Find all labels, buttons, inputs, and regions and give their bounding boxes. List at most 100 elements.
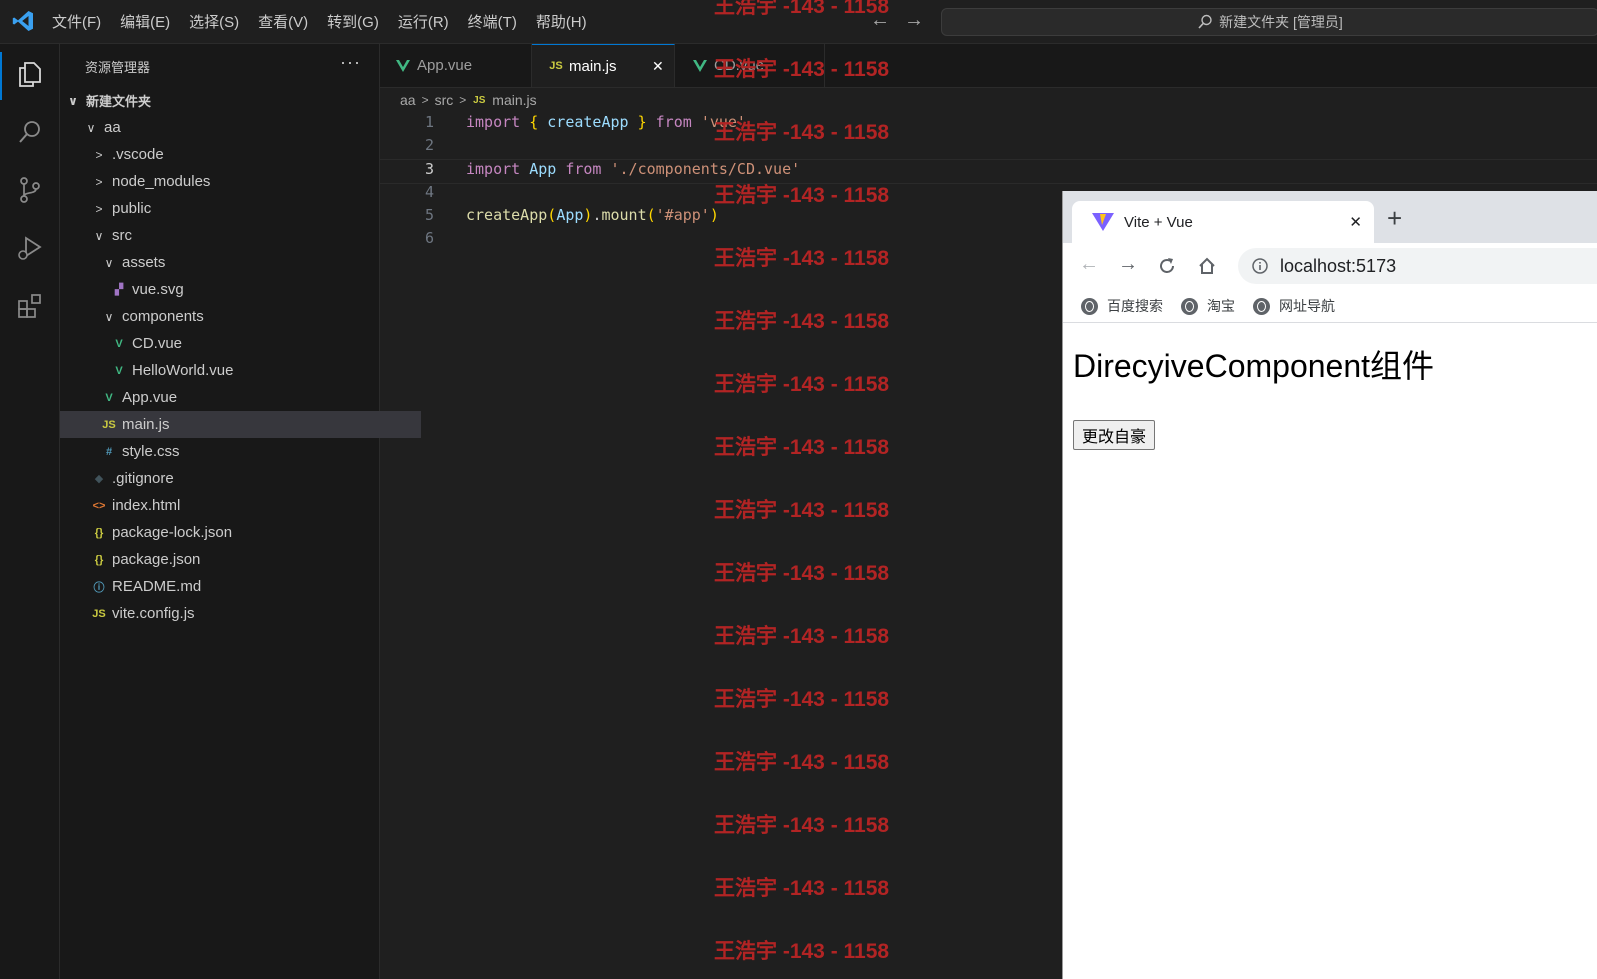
tab-label: App.vue <box>417 57 473 74</box>
page-content: DirecyiveComponent组件 更改自豪 <box>1073 341 1434 450</box>
breadcrumb: aa > src > JS main.js <box>400 92 537 108</box>
browser-tab[interactable]: Vite + Vue ✕ <box>1072 201 1374 243</box>
bookmark-label: 淘宝 <box>1207 298 1235 314</box>
chevron-down-icon: ∨ <box>104 309 114 324</box>
tree-item[interactable]: V App.vue <box>60 384 421 411</box>
vue-file-icon <box>396 59 410 72</box>
back-arrow-icon[interactable]: ← <box>1079 253 1099 276</box>
menu-run[interactable]: 运行(R) <box>398 11 449 32</box>
menu-selection[interactable]: 选择(S) <box>189 11 239 32</box>
extensions-icon[interactable] <box>14 290 46 322</box>
watermark-text: 王浩宇 -143 - 1158 <box>714 814 890 837</box>
watermark-text: 王浩宇 -143 - 1158 <box>714 562 890 585</box>
close-icon[interactable]: ✕ <box>1349 213 1362 231</box>
tree-item[interactable]: > node_modules <box>60 168 411 195</box>
run-debug-icon[interactable] <box>14 232 46 264</box>
js-file-icon: JS <box>102 418 116 431</box>
git-file-icon: ◆ <box>94 473 104 485</box>
line-number: 5 <box>424 206 434 224</box>
tree-item[interactable]: > public <box>60 195 411 222</box>
svg-file-icon: ▞ <box>114 284 124 296</box>
globe-icon <box>1181 297 1198 315</box>
tree-item[interactable]: ∨ src <box>60 222 411 249</box>
tree-item[interactable]: ∨ aa <box>60 114 403 141</box>
tree-item[interactable]: # style.css <box>60 438 421 465</box>
tree-item[interactable]: <> index.html <box>60 492 411 519</box>
explorer-icon[interactable] <box>14 58 46 90</box>
activity-bar <box>0 44 60 979</box>
new-tab-plus-icon[interactable]: + <box>1387 203 1402 234</box>
json-file-icon: {} <box>94 526 104 539</box>
menu-edit[interactable]: 编辑(E) <box>120 11 170 32</box>
current-code-line: 3 import App from './components/CD.vue' <box>380 159 1597 184</box>
watermark-text: 王浩宇 -143 - 1158 <box>714 877 890 900</box>
change-button[interactable]: 更改自豪 <box>1073 420 1156 450</box>
menu-go[interactable]: 转到(G) <box>327 11 379 32</box>
tree-item[interactable]: JS main.js <box>60 411 421 438</box>
breadcrumb-aa[interactable]: aa <box>400 92 416 108</box>
css-file-icon: # <box>105 445 113 458</box>
home-icon[interactable] <box>1197 256 1217 276</box>
menu-view[interactable]: 查看(V) <box>258 11 308 32</box>
bookmark-label: 网址导航 <box>1279 298 1335 314</box>
tree-item[interactable]: V HelloWorld.vue <box>60 357 431 384</box>
menu-terminal[interactable]: 终端(T) <box>468 11 517 32</box>
tree-item[interactable]: {} package-lock.json <box>60 519 411 546</box>
search-icon[interactable] <box>14 116 46 148</box>
line-number: 1 <box>424 113 434 131</box>
breadcrumb-src[interactable]: src <box>435 92 454 108</box>
code-text: import { createApp } from 'vue' <box>466 113 746 131</box>
bookmark-baidu[interactable]: 百度搜索 <box>1081 296 1163 316</box>
tree-item-label: package-lock.json <box>112 524 233 541</box>
tree-item-label: src <box>112 227 132 244</box>
js-file-icon: JS <box>549 60 563 72</box>
tab-app-vue[interactable]: App.vue <box>380 44 532 87</box>
command-center[interactable]: 新建文件夹 [管理员] <box>941 8 1597 36</box>
tree-item[interactable]: > .vscode <box>60 141 411 168</box>
menu-file[interactable]: 文件(F) <box>52 11 101 32</box>
watermark-text: 王浩宇 -143 - 1158 <box>714 436 890 459</box>
json-file-icon: {} <box>94 553 104 566</box>
tree-item[interactable]: ∨ components <box>60 303 421 330</box>
source-control-icon[interactable] <box>14 174 46 206</box>
forward-arrow-icon[interactable]: → <box>904 9 924 32</box>
reload-icon[interactable] <box>1157 256 1177 276</box>
tree-item[interactable]: ▞ vue.svg <box>60 276 431 303</box>
tree-item[interactable]: ∨ assets <box>60 249 421 276</box>
command-center-label: 新建文件夹 [管理员] <box>1219 14 1343 30</box>
globe-icon <box>1253 297 1270 315</box>
tab-main-js[interactable]: JS main.js ✕ <box>532 44 675 87</box>
chevron-right-icon: > <box>95 201 103 216</box>
menu-bar: 文件(F) 编辑(E) 选择(S) 查看(V) 转到(G) 运行(R) 终端(T… <box>52 0 606 43</box>
watermark-text: 王浩宇 -143 - 1158 <box>714 499 890 522</box>
explorer-root-folder[interactable]: ∨ 新建文件夹 <box>60 87 385 114</box>
tree-item-label: README.md <box>112 578 202 595</box>
tree-item-label: components <box>122 308 204 325</box>
address-bar[interactable]: localhost:5173 <box>1238 248 1597 284</box>
tree-item[interactable]: V CD.vue <box>60 330 431 357</box>
line-number: 4 <box>424 183 434 201</box>
tree-item[interactable]: ◆ .gitignore <box>60 465 411 492</box>
bookmark-taobao[interactable]: 淘宝 <box>1181 296 1235 316</box>
vue-file-icon: V <box>115 337 123 350</box>
tree-item-label: CD.vue <box>132 335 183 352</box>
more-actions-icon[interactable]: ··· <box>340 52 361 73</box>
bookmark-nav[interactable]: 网址导航 <box>1253 296 1335 316</box>
browser-tab-strip: Vite + Vue ✕ + <box>1063 191 1597 243</box>
close-icon[interactable]: ✕ <box>652 58 664 75</box>
tree-item-label: aa <box>104 119 121 136</box>
vue-file-icon <box>693 59 707 72</box>
vscode-logo-icon <box>12 11 34 31</box>
tree-item[interactable]: ⓘ README.md <box>60 573 411 600</box>
info-file-icon: ⓘ <box>93 581 105 594</box>
forward-arrow-icon[interactable]: → <box>1118 253 1138 276</box>
explorer-title: 资源管理器 <box>85 60 151 75</box>
code-line: 1 import { createApp } from 'vue' <box>380 113 1597 136</box>
chevron-down-icon: ∨ <box>94 228 104 243</box>
vue-file-icon: V <box>105 391 113 404</box>
tree-item[interactable]: {} package.json <box>60 546 411 573</box>
breadcrumb-main-js[interactable]: main.js <box>492 92 536 108</box>
tree-item[interactable]: JS vite.config.js <box>60 600 411 627</box>
html-file-icon: <> <box>92 499 106 512</box>
menu-help[interactable]: 帮助(H) <box>536 11 587 32</box>
